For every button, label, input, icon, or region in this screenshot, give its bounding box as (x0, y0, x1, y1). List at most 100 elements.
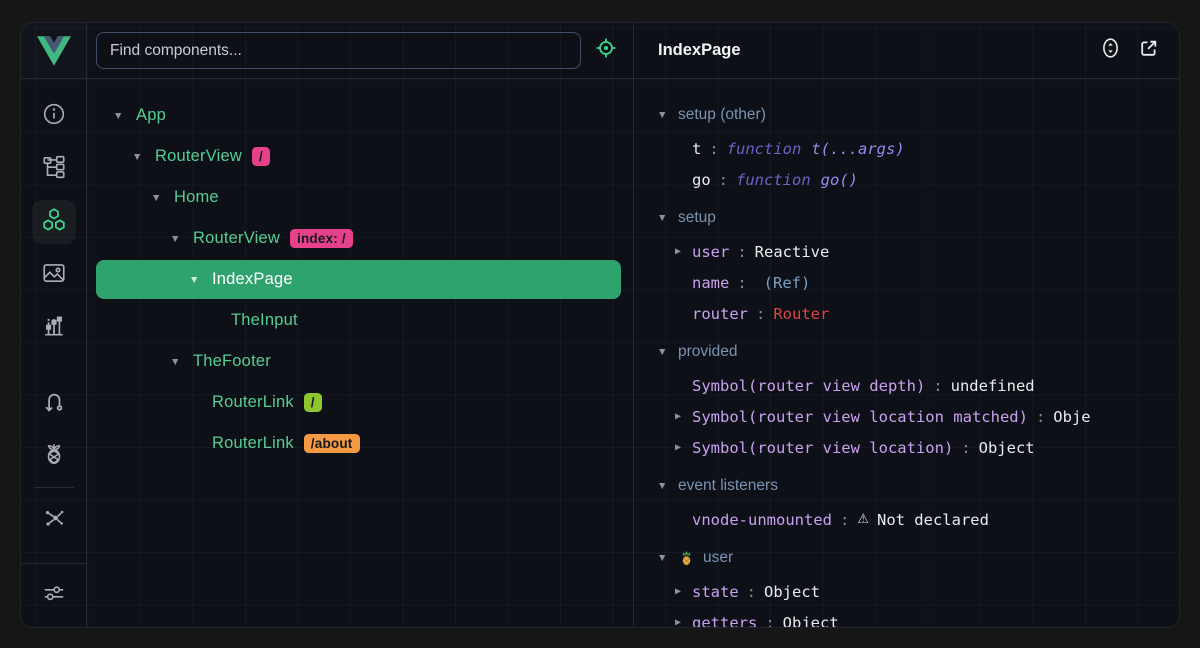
colon: : (737, 243, 746, 261)
info-icon (41, 101, 67, 132)
state-key: t (692, 140, 701, 158)
open-in-editor-button[interactable] (1137, 40, 1159, 62)
sidebar (21, 23, 87, 627)
section-header[interactable]: ▼ event listeners (656, 468, 1179, 504)
sidebar-divider (34, 487, 74, 488)
section-setup-other: ▼ setup (other) t : function t(...args) … (656, 97, 1179, 195)
expand-all-button[interactable] (1099, 40, 1121, 62)
state-row[interactable]: Symbol(router view depth) : undefined (656, 370, 1179, 401)
tree-row-theinput[interactable]: TheInput (87, 300, 633, 341)
chevron-down-icon[interactable]: ▼ (657, 552, 678, 564)
function-keyword: function (727, 140, 802, 158)
sidebar-item-timeline[interactable] (34, 308, 74, 348)
sidebar-item-graph[interactable] (34, 500, 74, 540)
sidebar-item-overview[interactable] (34, 96, 74, 136)
state-row[interactable]: ▶ user : Reactive (656, 236, 1179, 267)
tree-row-routerview[interactable]: ▼ RouterView / (87, 136, 633, 177)
chevron-down-icon[interactable]: ▼ (657, 480, 678, 492)
component-name: App (136, 106, 166, 125)
components-toolbar (87, 23, 633, 79)
chevron-down-icon[interactable]: ▼ (657, 346, 678, 358)
search-input[interactable] (96, 32, 581, 69)
colon: : (719, 171, 728, 189)
state-key: router (692, 305, 748, 323)
tree-row-home[interactable]: ▼ Home (87, 177, 633, 218)
colon: : (709, 140, 718, 158)
chevron-down-icon[interactable]: ▼ (151, 192, 174, 204)
state-value: Object (979, 439, 1035, 457)
settings-icon (41, 580, 67, 611)
state-value: (Ref) (764, 274, 811, 292)
tree-row-routerview-index[interactable]: ▼ RouterView index: / (87, 218, 633, 259)
chevron-down-icon[interactable]: ▼ (170, 233, 193, 245)
section-header[interactable]: ▼ user (656, 540, 1179, 576)
component-name: RouterLink (212, 393, 294, 412)
state-value: Reactive (755, 243, 830, 261)
expand-vertical-icon (1100, 37, 1121, 64)
state-value: undefined (951, 377, 1035, 395)
chevron-right-icon[interactable]: ▶ (675, 246, 692, 257)
state-row[interactable]: ▶ state : Object (656, 576, 1179, 607)
chevron-down-icon[interactable]: ▼ (170, 356, 193, 368)
section-header[interactable]: ▼ setup (other) (656, 97, 1179, 133)
devtools-window: ▼ App ▼ RouterView / ▼ Home ▼ RouterView… (20, 22, 1180, 628)
colon: : (765, 614, 774, 628)
section-event-listeners: ▼ event listeners vnode-unmounted : ⚠ No… (656, 468, 1179, 535)
chevron-right-icon[interactable]: ▶ (675, 617, 692, 627)
chevron-down-icon[interactable]: ▼ (132, 151, 155, 163)
function-keyword: function (736, 171, 811, 189)
section-label: event listeners (678, 477, 778, 495)
state-value: Not declared (877, 511, 989, 529)
function-signature: t(...args) (811, 140, 904, 158)
state-row[interactable]: go : function go() (656, 164, 1179, 195)
tree-row-app[interactable]: ▼ App (87, 95, 633, 136)
section-header[interactable]: ▼ setup (656, 200, 1179, 236)
chevron-right-icon[interactable]: ▶ (675, 586, 692, 597)
component-name: TheInput (231, 311, 298, 330)
chevron-down-icon[interactable]: ▼ (113, 110, 136, 122)
state-row[interactable]: ▶ Symbol(router view location matched) :… (656, 401, 1179, 432)
inspector-header: IndexPage (634, 23, 1179, 79)
route-badge: / (252, 147, 270, 166)
sidebar-item-assets[interactable] (34, 255, 74, 295)
target-icon (594, 36, 618, 65)
sidebar-item-settings[interactable] (21, 563, 86, 627)
section-label: provided (678, 343, 737, 361)
chevron-right-icon[interactable]: ▶ (675, 411, 692, 422)
chevron-down-icon[interactable]: ▼ (657, 212, 678, 224)
state-key: go (692, 171, 711, 189)
tree-row-indexpage-selected[interactable]: ▼ IndexPage (96, 260, 621, 299)
state-row[interactable]: ▶ Symbol(router view location) : Object (656, 432, 1179, 463)
select-component-button[interactable] (592, 37, 620, 65)
tree-row-thefooter[interactable]: ▼ TheFooter (87, 341, 633, 382)
state-row[interactable]: vnode-unmounted : ⚠ Not declared (656, 504, 1179, 535)
state-key: user (692, 243, 729, 261)
sidebar-item-components[interactable] (32, 200, 76, 244)
section-label: setup (678, 209, 716, 227)
section-setup: ▼ setup ▶ user : Reactive name : (Ref) (656, 200, 1179, 329)
pineapple-icon (41, 440, 67, 471)
state-row[interactable]: ▶ getters : Object (656, 607, 1179, 627)
state-row[interactable]: name : (Ref) (656, 267, 1179, 298)
component-name: Home (174, 188, 219, 207)
warning-icon: ⚠ (857, 512, 869, 527)
sidebar-item-pages[interactable] (34, 149, 74, 189)
tree-row-routerlink-about[interactable]: RouterLink /about (87, 423, 633, 464)
timeline-icon (41, 313, 67, 344)
components-panel: ▼ App ▼ RouterView / ▼ Home ▼ RouterView… (87, 23, 633, 627)
state-value: Object (783, 614, 839, 628)
route-badge: / (304, 393, 322, 412)
colon: : (756, 305, 765, 323)
chevron-down-icon[interactable]: ▼ (189, 274, 212, 286)
section-header[interactable]: ▼ provided (656, 334, 1179, 370)
sidebar-item-router[interactable] (34, 384, 74, 424)
vue-logo[interactable] (21, 23, 86, 79)
chevron-right-icon[interactable]: ▶ (675, 442, 692, 453)
function-signature: go() (821, 171, 858, 189)
tree-row-routerlink-home[interactable]: RouterLink / (87, 382, 633, 423)
chevron-down-icon[interactable]: ▼ (657, 109, 678, 121)
section-label: user (703, 549, 733, 567)
state-row[interactable]: t : function t(...args) (656, 133, 1179, 164)
state-row[interactable]: router : Router (656, 298, 1179, 329)
sidebar-item-pinia[interactable] (34, 435, 74, 475)
